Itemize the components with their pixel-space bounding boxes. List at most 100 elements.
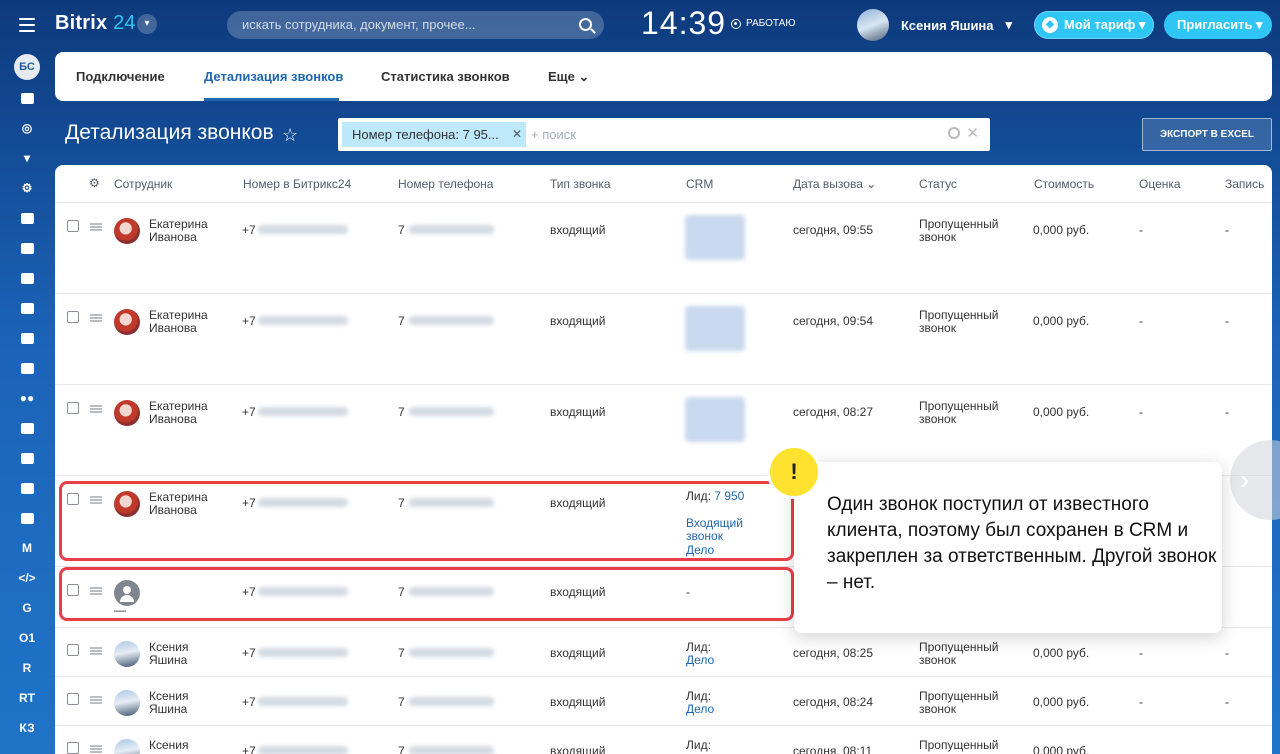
row-checkbox[interactable] <box>67 402 79 414</box>
row-checkbox[interactable] <box>67 644 79 656</box>
tab-call-details[interactable]: Детализация звонков <box>204 69 343 84</box>
m-icon[interactable]: M <box>14 537 40 559</box>
col-date[interactable]: Дата вызова ⌄ <box>793 177 876 191</box>
col-phone[interactable]: Номер телефона <box>398 177 493 191</box>
col-b24-number[interactable]: Номер в Битрикс24 <box>243 177 351 191</box>
tab-connection[interactable]: Подключение <box>76 69 165 84</box>
avatar <box>114 739 140 754</box>
col-cost[interactable]: Стоимость <box>1034 177 1094 191</box>
clear-icon[interactable]: ✕ <box>966 124 979 142</box>
sidebar-item-g[interactable]: G <box>14 597 40 619</box>
search-icon[interactable] <box>948 127 960 139</box>
drag-handle-icon[interactable] <box>90 696 102 704</box>
drag-handle-icon[interactable] <box>90 405 102 413</box>
chevron-down-icon[interactable]: ▾ <box>137 14 157 34</box>
table-row[interactable]: Екатерина Иванова +7 7 входящий сегодня,… <box>55 203 1272 294</box>
user-initials-badge[interactable]: БС <box>14 54 40 80</box>
tabs-bar: Подключение Детализация звонков Статисти… <box>55 52 1272 101</box>
b24-number: +7 <box>242 744 256 754</box>
row-checkbox[interactable] <box>67 311 79 323</box>
chat-icon[interactable] <box>14 237 40 259</box>
code-icon[interactable]: </> <box>14 567 40 589</box>
employee-last[interactable]: Яшина <box>149 703 187 716</box>
export-excel-button[interactable]: ЭКСПОРТ В EXCEL <box>1142 118 1272 151</box>
clock[interactable]: 14:39 <box>641 5 726 42</box>
crm-deal-link[interactable]: Дело <box>686 703 714 716</box>
employee-last[interactable]: Иванова <box>149 322 197 335</box>
chevron-down-icon: ⌄ <box>578 69 590 84</box>
users-icon[interactable]: ●● <box>14 387 40 409</box>
call-date: сегодня, 08:27 <box>793 405 874 419</box>
box-icon[interactable] <box>14 507 40 529</box>
calendar-icon[interactable] <box>14 267 40 289</box>
work-status[interactable]: РАБОТАЮ <box>731 18 795 29</box>
drag-handle-icon[interactable] <box>90 745 102 753</box>
row-checkbox[interactable] <box>67 220 79 232</box>
hidden-number <box>258 407 348 416</box>
tasks-icon[interactable] <box>14 207 40 229</box>
status: звонок <box>919 230 956 244</box>
bank-icon[interactable] <box>14 87 40 109</box>
apps-icon[interactable] <box>14 447 40 469</box>
phone-number: 7 <box>398 223 405 237</box>
call-date: сегодня, 08:25 <box>793 646 874 660</box>
row-checkbox[interactable] <box>67 742 79 754</box>
status: звонок <box>919 412 956 426</box>
tariff-button[interactable]: ◆ Мой тариф ▾ <box>1034 11 1154 39</box>
search-icon[interactable] <box>579 18 592 31</box>
drag-handle-icon[interactable] <box>90 223 102 231</box>
sidebar-item-r[interactable]: R <box>14 657 40 679</box>
phone-number: 7 <box>398 646 405 660</box>
col-record[interactable]: Запись <box>1225 177 1264 191</box>
row-checkbox[interactable] <box>67 693 79 705</box>
filter-search[interactable]: Номер телефона: 7 95... ✕ + поиск ✕ <box>338 118 990 151</box>
invite-button[interactable]: Пригласить ▾ <box>1164 11 1272 39</box>
employee-first[interactable]: Ксения <box>149 739 189 752</box>
status: звонок <box>919 702 956 716</box>
sidebar-item-kz[interactable]: КЗ <box>14 717 40 739</box>
table-row[interactable]: Ксения +7 7 входящий Лид: сегодня, 08:11… <box>55 726 1272 754</box>
mail-icon[interactable] <box>14 357 40 379</box>
target-icon[interactable]: ◎ <box>14 117 40 139</box>
tab-more[interactable]: Еще ⌄ <box>548 69 589 85</box>
cart-icon[interactable]: ▾ <box>14 147 40 169</box>
col-employee[interactable]: Сотрудник <box>114 177 172 191</box>
drag-handle-icon[interactable] <box>90 647 102 655</box>
crm-entity: Лид: <box>686 738 711 752</box>
sidebar-item-o1[interactable]: O1 <box>14 627 40 649</box>
employee-last[interactable]: Иванова <box>149 413 197 426</box>
robot-icon[interactable] <box>14 477 40 499</box>
drag-handle-icon[interactable] <box>90 314 102 322</box>
crm-deal-link[interactable]: Дело <box>686 654 714 667</box>
table-row[interactable]: Ксения Яшина +7 7 входящий Лид: Дело сег… <box>55 628 1272 677</box>
sidebar-item-rt[interactable]: RT <box>14 687 40 709</box>
inbox-icon[interactable] <box>14 327 40 349</box>
filter-chip[interactable]: Номер телефона: 7 95... ✕ <box>342 122 526 147</box>
search-input[interactable]: искать сотрудника, документ, прочее... <box>227 11 604 39</box>
call-date: сегодня, 08:24 <box>793 695 874 709</box>
col-status[interactable]: Статус <box>919 177 957 191</box>
id-card-icon[interactable] <box>14 417 40 439</box>
hidden-number <box>409 746 494 754</box>
cost: 0,000 руб. <box>1033 646 1090 660</box>
employee-last[interactable]: Иванова <box>149 231 197 244</box>
employee-last[interactable]: Яшина <box>149 654 187 667</box>
star-icon[interactable]: ☆ <box>282 125 298 146</box>
table-row[interactable]: Ксения Яшина +7 7 входящий Лид: Дело сег… <box>55 677 1272 726</box>
settings-icon[interactable]: ⚙ <box>14 177 40 199</box>
tab-call-statistics[interactable]: Статистика звонков <box>381 69 510 84</box>
call-type: входящий <box>550 744 606 754</box>
menu-icon[interactable] <box>19 18 35 32</box>
gear-icon[interactable]: ⚙ <box>89 176 100 190</box>
document-icon[interactable] <box>14 297 40 319</box>
table-row[interactable]: Екатерина Иванова +7 7 входящий сегодня,… <box>55 294 1272 385</box>
user-menu[interactable]: Ксения Яшина ▾ <box>857 9 1012 41</box>
call-type: входящий <box>550 314 606 328</box>
call-date: сегодня, 08:11 <box>793 744 873 754</box>
col-crm[interactable]: CRM <box>686 177 713 191</box>
filter-placeholder[interactable]: + поиск <box>531 127 576 142</box>
col-type[interactable]: Тип звонка <box>550 177 611 191</box>
col-rating[interactable]: Оценка <box>1139 177 1181 191</box>
logo[interactable]: Bitrix 24 <box>55 12 136 35</box>
close-icon[interactable]: ✕ <box>512 122 522 147</box>
